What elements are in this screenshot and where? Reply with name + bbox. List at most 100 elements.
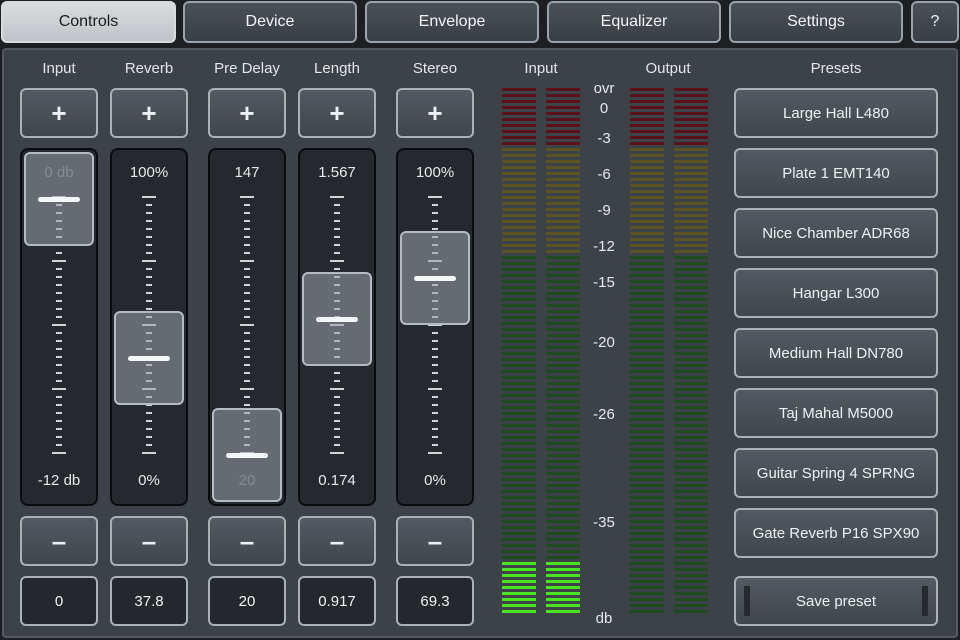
meter-segment [502, 268, 536, 271]
meter-segment [546, 496, 580, 499]
input-decrement-button[interactable]: – [20, 516, 98, 566]
meter-segment [502, 436, 536, 439]
meter-segment [502, 310, 536, 313]
meter-segment [546, 136, 580, 139]
meter-segment [630, 244, 664, 247]
input-value-field[interactable]: 0 [20, 576, 98, 626]
preset-button[interactable]: Plate 1 EMT140 [734, 148, 938, 198]
meter-segment [546, 130, 580, 133]
tick-mark [334, 420, 340, 422]
meter-segment [630, 130, 664, 133]
meter-segment [630, 280, 664, 283]
meter-segment [630, 604, 664, 607]
meter-segment [674, 244, 708, 247]
length-increment-button[interactable]: + [298, 88, 376, 138]
preset-button[interactable]: Gate Reverb P16 SPX90 [734, 508, 938, 558]
meter-segment [674, 526, 708, 529]
input-label: Input [42, 60, 76, 77]
db-scale-label: -12 [593, 238, 615, 255]
meter-segment [674, 430, 708, 433]
meter-segment [546, 538, 580, 541]
meter-segment [546, 520, 580, 523]
preset-button[interactable]: Taj Mahal M5000 [734, 388, 938, 438]
tick-mark [146, 412, 152, 414]
stereo-slider-track[interactable]: 100% 0% [396, 148, 474, 506]
tab-help[interactable]: ? [911, 1, 959, 43]
stereo-value-field[interactable]: 69.3 [396, 576, 474, 626]
meter-segment [674, 250, 708, 253]
stereo-slider-thumb[interactable] [400, 230, 470, 325]
tick-mark [432, 228, 438, 230]
pre-delay-slider-thumb[interactable] [212, 408, 282, 502]
meter-segment [630, 292, 664, 295]
preset-button[interactable]: Nice Chamber ADR68 [734, 208, 938, 258]
tab-device[interactable]: Device [183, 1, 357, 43]
meter-segment [502, 130, 536, 133]
meter-segment [502, 292, 536, 295]
tick-mark [146, 300, 152, 302]
tab-equalizer[interactable]: Equalizer [547, 1, 721, 43]
input-slider-thumb[interactable] [24, 152, 94, 246]
tick-mark [146, 444, 152, 446]
meter-segment [674, 130, 708, 133]
meter-segment [502, 484, 536, 487]
meter-segment [502, 208, 536, 211]
tick-mark [244, 396, 250, 398]
db-scale-label: db [595, 610, 613, 627]
preset-button[interactable]: Large Hall L480 [734, 88, 938, 138]
meter-segment [502, 394, 536, 397]
tick-mark [56, 300, 62, 302]
stereo-decrement-button[interactable]: – [396, 516, 474, 566]
meter-segment [630, 508, 664, 511]
reverb-decrement-button[interactable]: – [110, 516, 188, 566]
meter-segment [674, 490, 708, 493]
preset-button[interactable]: Guitar Spring 4 SPRNG [734, 448, 938, 498]
meter-segment [502, 352, 536, 355]
meter-segment [546, 220, 580, 223]
length-slider-thumb[interactable] [302, 271, 372, 366]
meter-segment [502, 520, 536, 523]
meter-segment [546, 442, 580, 445]
meter-segment [674, 298, 708, 301]
save-preset-button[interactable]: Save preset [734, 576, 938, 626]
input-meter-label: Input [524, 60, 558, 77]
reverb-slider-thumb[interactable] [114, 311, 184, 406]
meter-segment [630, 352, 664, 355]
meter-segment [502, 184, 536, 187]
tab-controls[interactable]: Controls [1, 1, 176, 43]
tab-envelope[interactable]: Envelope [365, 1, 539, 43]
meter-segment [674, 418, 708, 421]
thumb-grip [38, 197, 80, 202]
meter-segment [674, 346, 708, 349]
tab-settings[interactable]: Settings [729, 1, 903, 43]
meter-segment [502, 532, 536, 535]
meter-segment [674, 274, 708, 277]
pre-delay-decrement-button[interactable]: – [208, 516, 286, 566]
length-value-field[interactable]: 0.917 [298, 576, 376, 626]
meter-segment [674, 460, 708, 463]
meter-segment [546, 556, 580, 559]
meter-segment [674, 328, 708, 331]
tick-mark [146, 276, 152, 278]
pre-delay-increment-button[interactable]: + [208, 88, 286, 138]
preset-button[interactable]: Medium Hall DN780 [734, 328, 938, 378]
tick-mark [244, 380, 250, 382]
reverb-value-field[interactable]: 37.8 [110, 576, 188, 626]
input-increment-button[interactable]: + [20, 88, 98, 138]
reverb-increment-button[interactable]: + [110, 88, 188, 138]
meter-segment [546, 148, 580, 151]
pre-delay-value-field[interactable]: 20 [208, 576, 286, 626]
meter-segment [502, 580, 536, 583]
preset-button[interactable]: Hangar L300 [734, 268, 938, 318]
stereo-increment-button[interactable]: + [396, 88, 474, 138]
length-decrement-button[interactable]: – [298, 516, 376, 566]
tick-mark [146, 252, 152, 254]
meter-segment [674, 544, 708, 547]
tick-mark [334, 252, 340, 254]
meter-segment [674, 352, 708, 355]
meter-segment [546, 472, 580, 475]
tick-mark [432, 340, 438, 342]
meter-segment [502, 442, 536, 445]
tick-mark [334, 204, 340, 206]
meter-segment [630, 250, 664, 253]
